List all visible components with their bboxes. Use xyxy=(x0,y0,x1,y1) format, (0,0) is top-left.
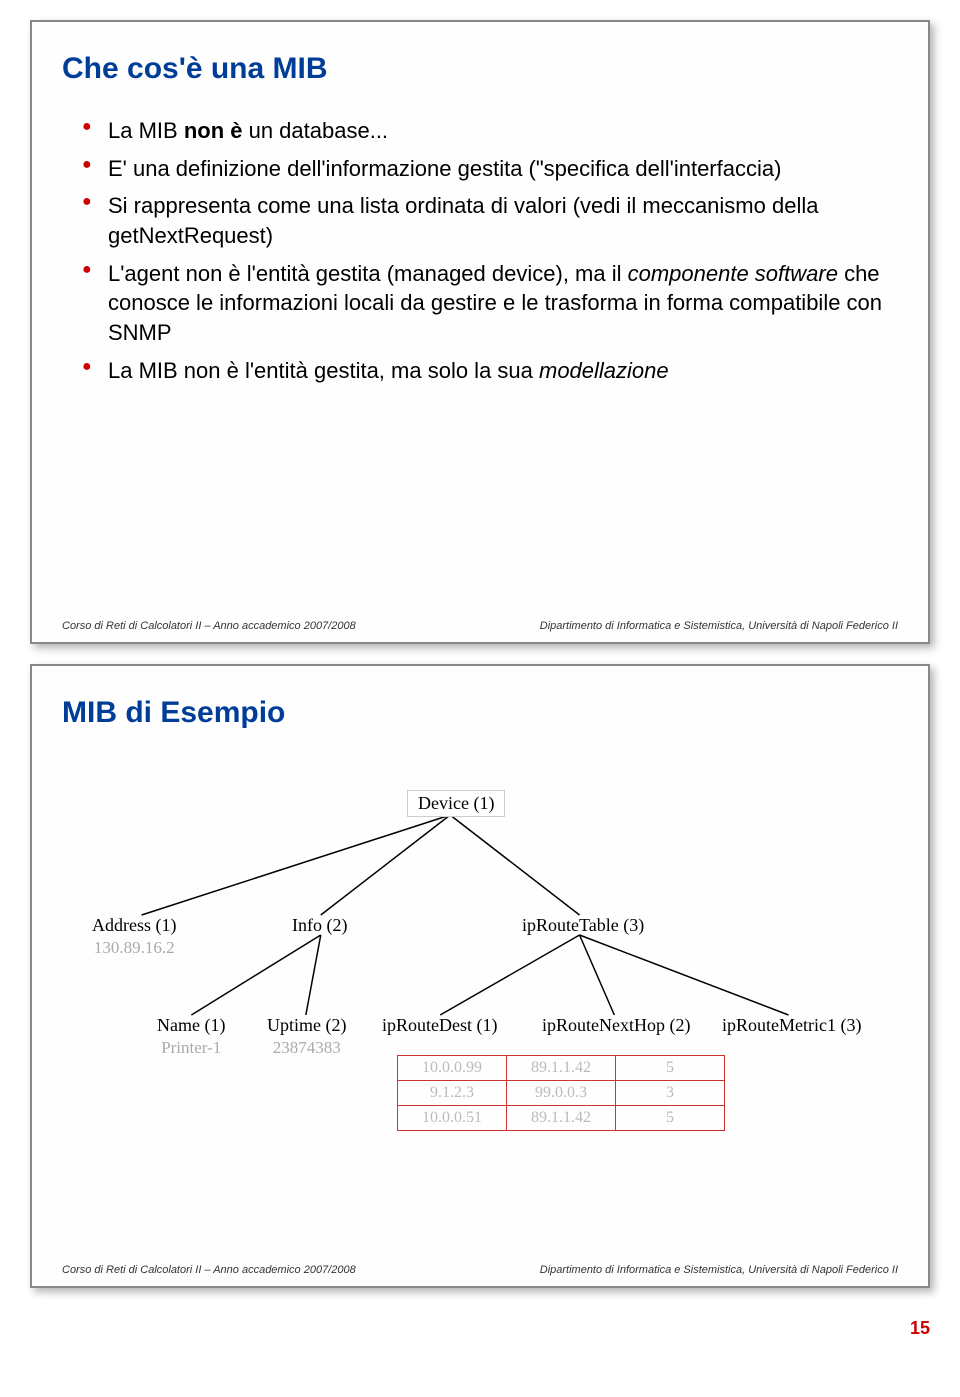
text: La MIB non è l'entità gestita, ma solo l… xyxy=(108,358,539,383)
tree-node-uptime: Uptime (2) 23874383 xyxy=(267,1015,346,1058)
text: un database... xyxy=(242,118,388,143)
footer-right: Dipartimento di Informatica e Sistemisti… xyxy=(540,1264,898,1276)
tree-node-info: Info (2) xyxy=(292,915,347,936)
tree-node-iproutetable: ipRouteTable (3) xyxy=(522,915,644,936)
node-label: Name (1) xyxy=(157,1015,225,1035)
table-row: 10.0.0.51 89.1.1.42 5 xyxy=(398,1106,725,1131)
slide-1-bullet-list: La MIB non è un database... E' una defin… xyxy=(82,116,898,386)
node-label: ipRouteTable (3) xyxy=(522,915,644,935)
bullet-item: La MIB non è l'entità gestita, ma solo l… xyxy=(82,356,898,386)
tree-node-iproutemetric1: ipRouteMetric1 (3) xyxy=(722,1015,861,1036)
route-table: 10.0.0.99 89.1.1.42 5 9.1.2.3 99.0.0.3 3… xyxy=(397,1055,725,1131)
tree-node-name: Name (1) Printer-1 xyxy=(157,1015,225,1058)
table-cell: 89.1.1.42 xyxy=(507,1106,616,1131)
tree-diagram: Device (1) Address (1) 130.89.16.2 Info … xyxy=(62,760,898,1180)
node-label: ipRouteDest (1) xyxy=(382,1015,497,1035)
slide-2: MIB di Esempio Device (1) Address (1) xyxy=(30,664,930,1288)
table-row: 10.0.0.99 89.1.1.42 5 xyxy=(398,1056,725,1081)
node-label: ipRouteMetric1 (3) xyxy=(722,1015,861,1035)
tree-node-address: Address (1) 130.89.16.2 xyxy=(92,915,176,958)
text-italic: modellazione xyxy=(539,358,669,383)
text-italic: componente software xyxy=(628,261,838,286)
table-row: 9.1.2.3 99.0.0.3 3 xyxy=(398,1081,725,1106)
table-cell: 9.1.2.3 xyxy=(398,1081,507,1106)
bullet-item: L'agent non è l'entità gestita (managed … xyxy=(82,259,898,348)
slide-footer: Corso di Reti di Calcolatori II – Anno a… xyxy=(62,1264,898,1276)
node-value: 130.89.16.2 xyxy=(92,938,176,958)
node-label: Device (1) xyxy=(418,793,494,813)
node-label: ipRouteNextHop (2) xyxy=(542,1015,690,1035)
text: L'agent non è l'entità gestita (managed … xyxy=(108,261,628,286)
slide-2-title: MIB di Esempio xyxy=(62,696,898,730)
bullet-item: La MIB non è un database... xyxy=(82,116,898,146)
node-value: 23874383 xyxy=(267,1038,346,1058)
footer-right: Dipartimento di Informatica e Sistemisti… xyxy=(540,620,898,632)
table-cell: 10.0.0.51 xyxy=(398,1106,507,1131)
table-cell: 5 xyxy=(616,1106,725,1131)
table-cell: 10.0.0.99 xyxy=(398,1056,507,1081)
tree-root: Device (1) xyxy=(407,790,505,817)
slide-1-title: Che cos'è una MIB xyxy=(62,52,898,86)
text: E' una definizione dell'informazione ges… xyxy=(108,156,781,181)
slide-footer: Corso di Reti di Calcolatori II – Anno a… xyxy=(62,620,898,632)
tree-node-iproutenexthop: ipRouteNextHop (2) xyxy=(542,1015,690,1036)
node-label: Address (1) xyxy=(92,915,176,935)
text-bold: non è xyxy=(184,118,243,143)
text: La MIB xyxy=(108,118,184,143)
node-label: Uptime (2) xyxy=(267,1015,346,1035)
slide-1: Che cos'è una MIB La MIB non è un databa… xyxy=(30,20,930,644)
table-cell: 3 xyxy=(616,1081,725,1106)
table-cell: 99.0.0.3 xyxy=(507,1081,616,1106)
footer-left: Corso di Reti di Calcolatori II – Anno a… xyxy=(62,1264,356,1276)
node-value: Printer-1 xyxy=(157,1038,225,1058)
table-cell: 5 xyxy=(616,1056,725,1081)
page-number: 15 xyxy=(0,1308,960,1359)
footer-left: Corso di Reti di Calcolatori II – Anno a… xyxy=(62,620,356,632)
bullet-item: Si rappresenta come una lista ordinata d… xyxy=(82,191,898,250)
bullet-item: E' una definizione dell'informazione ges… xyxy=(82,154,898,184)
tree-node-iproutedest: ipRouteDest (1) xyxy=(382,1015,497,1036)
text: Si rappresenta come una lista ordinata d… xyxy=(108,193,818,248)
table-cell: 89.1.1.42 xyxy=(507,1056,616,1081)
node-label: Info (2) xyxy=(292,915,347,935)
